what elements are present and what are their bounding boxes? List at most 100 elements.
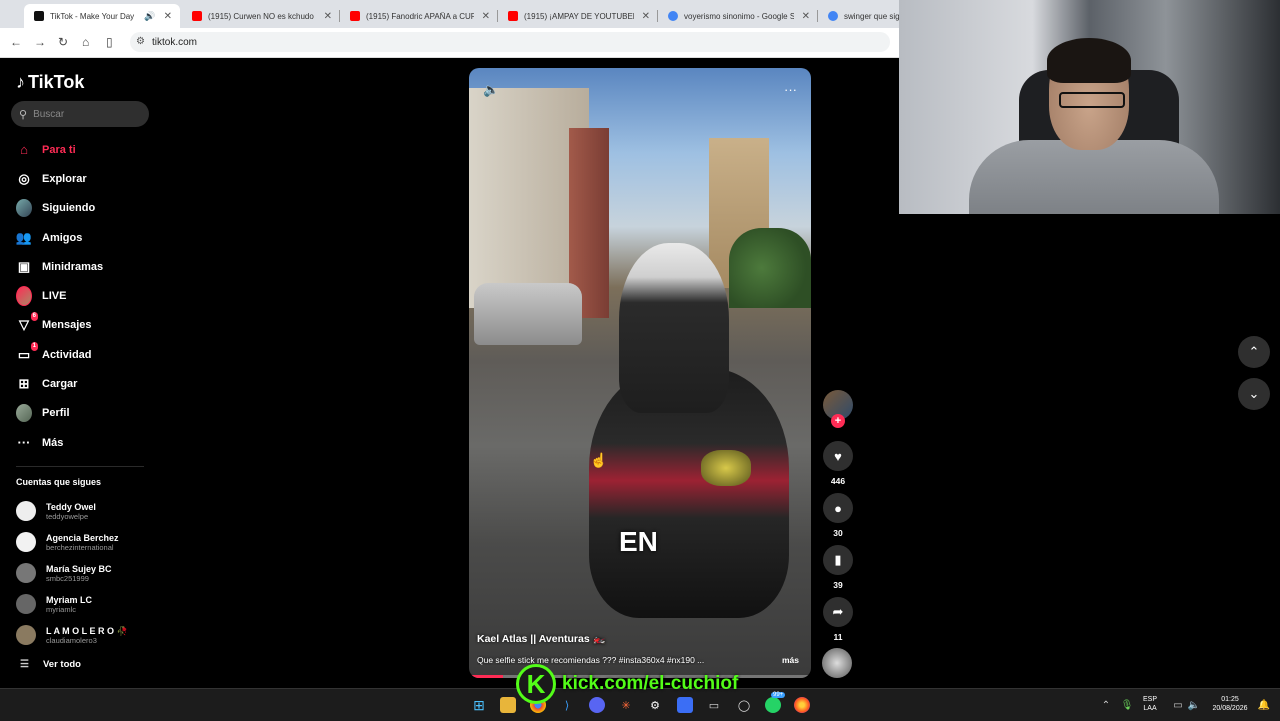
following-account[interactable]: Agencia Berchez berchezinternational bbox=[16, 529, 156, 555]
music-disc-icon[interactable] bbox=[822, 648, 852, 678]
search-input[interactable]: ⚲ Buscar bbox=[11, 101, 149, 127]
kick-url: kick.com/el-cuchiof bbox=[562, 673, 739, 694]
sidebar-item-perfil[interactable]: Perfil bbox=[16, 399, 156, 428]
compass-icon: ◎ bbox=[18, 170, 30, 186]
following-account[interactable]: María Sujey BC smbc251999 bbox=[16, 560, 156, 586]
tab-google-2[interactable]: swinger que sign bbox=[818, 4, 900, 28]
close-tab-icon[interactable]: ✕ bbox=[324, 11, 332, 22]
save-button[interactable]: ▮ 39 bbox=[822, 545, 854, 590]
logo-text: TikTok bbox=[28, 72, 85, 92]
chevron-up-icon: ⌃ bbox=[1248, 344, 1260, 359]
sidebar-item-para-ti[interactable]: ⌂ Para ti bbox=[16, 135, 156, 164]
avatar bbox=[16, 501, 36, 521]
close-tab-icon[interactable]: ✕ bbox=[482, 11, 490, 22]
tab-title: swinger que sign bbox=[844, 11, 900, 21]
tiktok-favicon-icon bbox=[34, 11, 44, 21]
sidebar-item-mas[interactable]: ··· Más bbox=[16, 428, 156, 457]
following-account[interactable]: Myriam LC myriamlc bbox=[16, 591, 156, 617]
home-icon[interactable]: ⌂ bbox=[82, 35, 89, 49]
video-progress-fill bbox=[469, 675, 504, 678]
share-button[interactable]: ➦ 11 bbox=[822, 597, 854, 642]
activity-badge: 1 bbox=[30, 341, 38, 351]
kick-logo-icon: K bbox=[516, 664, 556, 704]
video-author[interactable]: Kael Atlas || Aventuras 🏍️ bbox=[477, 632, 606, 645]
volume-icon[interactable]: 🔈 bbox=[1186, 697, 1202, 713]
sidebar-item-actividad[interactable]: ▭ 1 Actividad bbox=[16, 340, 156, 369]
reload-icon[interactable]: ↻ bbox=[58, 35, 68, 49]
tab-title: (1915) Curwen NO es kchudo bbox=[208, 11, 314, 21]
tab-title: voyerismo sinonimo - Google S bbox=[684, 11, 794, 21]
share-count: 11 bbox=[833, 632, 843, 642]
sidebar-item-minidramas[interactable]: ▣ Minidramas bbox=[16, 252, 156, 281]
messages-badge: 6 bbox=[30, 312, 38, 322]
volume-icon[interactable]: 🔈 bbox=[483, 82, 499, 98]
notification-bell-icon[interactable]: 🔔 bbox=[1256, 697, 1272, 713]
follow-plus-icon[interactable]: + bbox=[831, 414, 845, 428]
sidebar-item-cargar[interactable]: ⊞ Cargar bbox=[16, 369, 156, 398]
video-scene-rider bbox=[619, 243, 729, 413]
following-account[interactable]: L A M O L E R O 🥀 claudiamolero3 bbox=[16, 622, 156, 648]
close-tab-icon[interactable]: ✕ bbox=[164, 11, 172, 22]
forward-arrow-icon[interactable]: → bbox=[34, 35, 46, 49]
see-all-button[interactable]: ☰ Ver todo bbox=[20, 659, 81, 670]
tiktok-logo[interactable]: ♪ TikTok bbox=[16, 72, 84, 93]
more-options-icon[interactable]: ··· bbox=[784, 82, 797, 97]
tab-google-1[interactable]: voyerismo sinonimo - Google S ✕ bbox=[658, 4, 818, 28]
sidebar-item-siguiendo[interactable]: Siguiendo bbox=[16, 194, 156, 223]
webcam-person-body bbox=[969, 140, 1219, 214]
webcam-overlay bbox=[899, 0, 1280, 214]
video-scene-car bbox=[474, 283, 582, 345]
webcam-person-glasses bbox=[1059, 92, 1125, 108]
microphone-icon[interactable]: 🎙 bbox=[1119, 697, 1135, 713]
paper-plane-icon: ▽ 6 bbox=[19, 312, 38, 333]
split-view-icon[interactable]: ▯ bbox=[106, 35, 113, 49]
chat-icon: ▭ 1 bbox=[17, 341, 38, 362]
network-icon[interactable]: ▭ bbox=[1170, 697, 1186, 713]
webcam-person-hair bbox=[1047, 38, 1131, 83]
more-icon: ··· bbox=[17, 435, 31, 451]
sidebar-item-amigos[interactable]: 👥 Amigos bbox=[16, 223, 156, 252]
heart-icon: ♥ bbox=[823, 441, 853, 471]
file-explorer-icon[interactable] bbox=[500, 697, 516, 713]
previous-video-button[interactable]: ⌃ bbox=[1238, 336, 1270, 368]
video-scene-headlight bbox=[701, 450, 751, 486]
sidebar-nav: ⌂ Para ti ◎ Explorar Siguiendo 👥 Amigos … bbox=[16, 135, 156, 457]
video-scene-trees bbox=[729, 228, 811, 308]
following-account[interactable]: Teddy Owel teddyowelpe bbox=[16, 498, 156, 524]
close-tab-icon[interactable]: ✕ bbox=[642, 11, 650, 22]
hand-cursor-icon: ☝ bbox=[590, 452, 608, 468]
comment-count: 30 bbox=[833, 528, 843, 538]
tab-youtube-1[interactable]: (1915) Curwen NO es kchudo ✕ bbox=[182, 4, 340, 28]
speaker-icon[interactable]: 🔊 bbox=[144, 11, 155, 22]
windows-start-icon[interactable]: ⊞ bbox=[471, 697, 487, 713]
tab-title: TikTok - Make Your Day bbox=[50, 11, 135, 21]
tab-youtube-2[interactable]: (1915) Fanodric APAÑA a CURI ✕ bbox=[340, 4, 498, 28]
home-icon: ⌂ bbox=[20, 142, 28, 158]
tab-youtube-3[interactable]: (1915) ¡AMPAY DE YOUTUBER ✕ bbox=[498, 4, 658, 28]
tab-tiktok[interactable]: TikTok - Make Your Day 🔊 ✕ bbox=[24, 4, 180, 28]
tray-chevron-up-icon[interactable]: ⌃ bbox=[1098, 697, 1114, 713]
sidebar-item-live[interactable]: LIVE bbox=[16, 281, 156, 310]
search-icon: ⚲ bbox=[19, 108, 28, 121]
clock[interactable]: 01:25 20/08/2026 bbox=[1206, 695, 1254, 713]
next-video-button[interactable]: ⌄ bbox=[1238, 378, 1270, 410]
site-settings-icon[interactable]: ⚙ bbox=[136, 36, 145, 47]
tiktok-note-icon: ♪ bbox=[16, 72, 25, 92]
following-section-title: Cuentas que sigues bbox=[16, 477, 102, 487]
back-arrow-icon[interactable]: ← bbox=[10, 35, 22, 49]
comment-button[interactable]: ● 30 bbox=[822, 493, 854, 538]
youtube-favicon-icon bbox=[508, 11, 518, 21]
sidebar-item-explorar[interactable]: ◎ Explorar bbox=[16, 164, 156, 193]
profile-avatar-icon bbox=[16, 404, 32, 423]
like-button[interactable]: ♥ 446 bbox=[822, 441, 854, 486]
address-bar[interactable]: ⚙ tiktok.com bbox=[130, 32, 890, 52]
search-placeholder: Buscar bbox=[33, 108, 65, 120]
creator-avatar[interactable]: + bbox=[822, 390, 854, 428]
sidebar-item-mensajes[interactable]: ▽ 6 Mensajes bbox=[16, 311, 156, 340]
video-player[interactable]: 🔈 ··· EN Kael Atlas || Aventuras 🏍️ Que … bbox=[469, 68, 811, 678]
video-overlay-text: EN bbox=[619, 526, 658, 557]
close-tab-icon[interactable]: ✕ bbox=[802, 11, 810, 22]
input-language[interactable]: ESP LAA bbox=[1143, 695, 1157, 713]
bookmark-icon: ▮ bbox=[823, 545, 853, 575]
avatar bbox=[16, 594, 36, 614]
